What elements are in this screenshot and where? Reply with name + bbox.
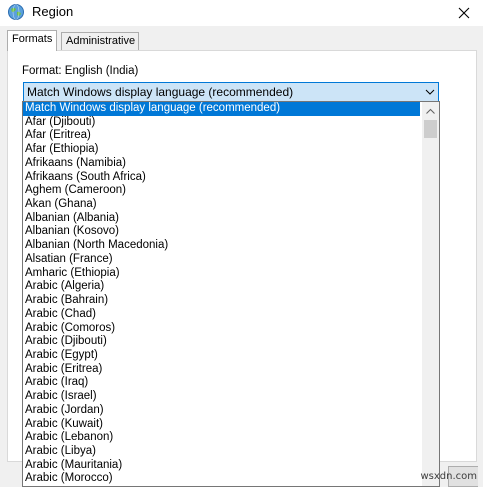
vertical-scrollbar[interactable]: [422, 102, 439, 486]
scroll-up-button[interactable]: [422, 102, 439, 119]
chevron-down-icon: [425, 89, 435, 95]
watermark: wsxdn.com: [420, 471, 477, 482]
dropdown-option[interactable]: Afrikaans (South Africa): [23, 171, 420, 185]
dropdown-option[interactable]: Afar (Ethiopia): [23, 143, 420, 157]
globe-icon: [8, 4, 24, 20]
dropdown-option[interactable]: Arabic (Lebanon): [23, 431, 420, 445]
dropdown-option[interactable]: Arabic (Israel): [23, 390, 420, 404]
format-combobox-value: Match Windows display language (recommen…: [27, 85, 294, 99]
dropdown-option[interactable]: Arabic (Iraq): [23, 376, 420, 390]
dropdown-option[interactable]: Arabic (Bahrain): [23, 294, 420, 308]
dropdown-option[interactable]: Arabic (Algeria): [23, 280, 420, 294]
dropdown-option[interactable]: Alsatian (France): [23, 253, 420, 267]
dropdown-option[interactable]: Arabic (Eritrea): [23, 363, 420, 377]
dropdown-option[interactable]: Afar (Djibouti): [23, 116, 420, 130]
format-combobox[interactable]: Match Windows display language (recommen…: [23, 82, 439, 102]
dropdown-option[interactable]: Arabic (Comoros): [23, 322, 420, 336]
dropdown-option[interactable]: Arabic (Kuwait): [23, 418, 420, 432]
dropdown-option[interactable]: Albanian (North Macedonia): [23, 239, 420, 253]
dropdown-option[interactable]: Albanian (Albania): [23, 212, 420, 226]
close-button[interactable]: [445, 0, 483, 26]
dropdown-option[interactable]: Arabic (Egypt): [23, 349, 420, 363]
title-bar: Region: [0, 0, 483, 26]
scroll-up-arrow-icon: [426, 108, 435, 114]
tab-formats[interactable]: Formats: [7, 30, 57, 51]
tab-administrative[interactable]: Administrative: [61, 32, 139, 50]
tab-strip: Formats Administrative: [7, 30, 477, 51]
dropdown-option[interactable]: Amharic (Ethiopia): [23, 267, 420, 281]
dropdown-option[interactable]: Arabic (Djibouti): [23, 335, 420, 349]
scrollbar-thumb[interactable]: [424, 120, 437, 138]
dropdown-option[interactable]: Afar (Eritrea): [23, 129, 420, 143]
dropdown-option[interactable]: Afrikaans (Namibia): [23, 157, 420, 171]
dropdown-option[interactable]: Arabic (Jordan): [23, 404, 420, 418]
format-dropdown-list[interactable]: Match Windows display language (recommen…: [22, 101, 440, 487]
dropdown-option[interactable]: Albanian (Kosovo): [23, 225, 420, 239]
dropdown-option[interactable]: Aghem (Cameroon): [23, 184, 420, 198]
format-label: Format: English (India): [22, 65, 139, 77]
dropdown-option[interactable]: Arabic (Libya): [23, 445, 420, 459]
window-title: Region: [32, 4, 74, 19]
dropdown-option[interactable]: Arabic (Mauritania): [23, 459, 420, 473]
close-icon: [458, 7, 470, 19]
dropdown-option[interactable]: Akan (Ghana): [23, 198, 420, 212]
dropdown-option-selected[interactable]: Match Windows display language (recommen…: [23, 102, 420, 116]
dropdown-option[interactable]: Arabic (Morocco): [23, 472, 420, 486]
region-dialog: Region Formats Administrative Format: En…: [0, 0, 483, 487]
dropdown-options: Match Windows display language (recommen…: [23, 102, 420, 486]
dropdown-option[interactable]: Arabic (Chad): [23, 308, 420, 322]
